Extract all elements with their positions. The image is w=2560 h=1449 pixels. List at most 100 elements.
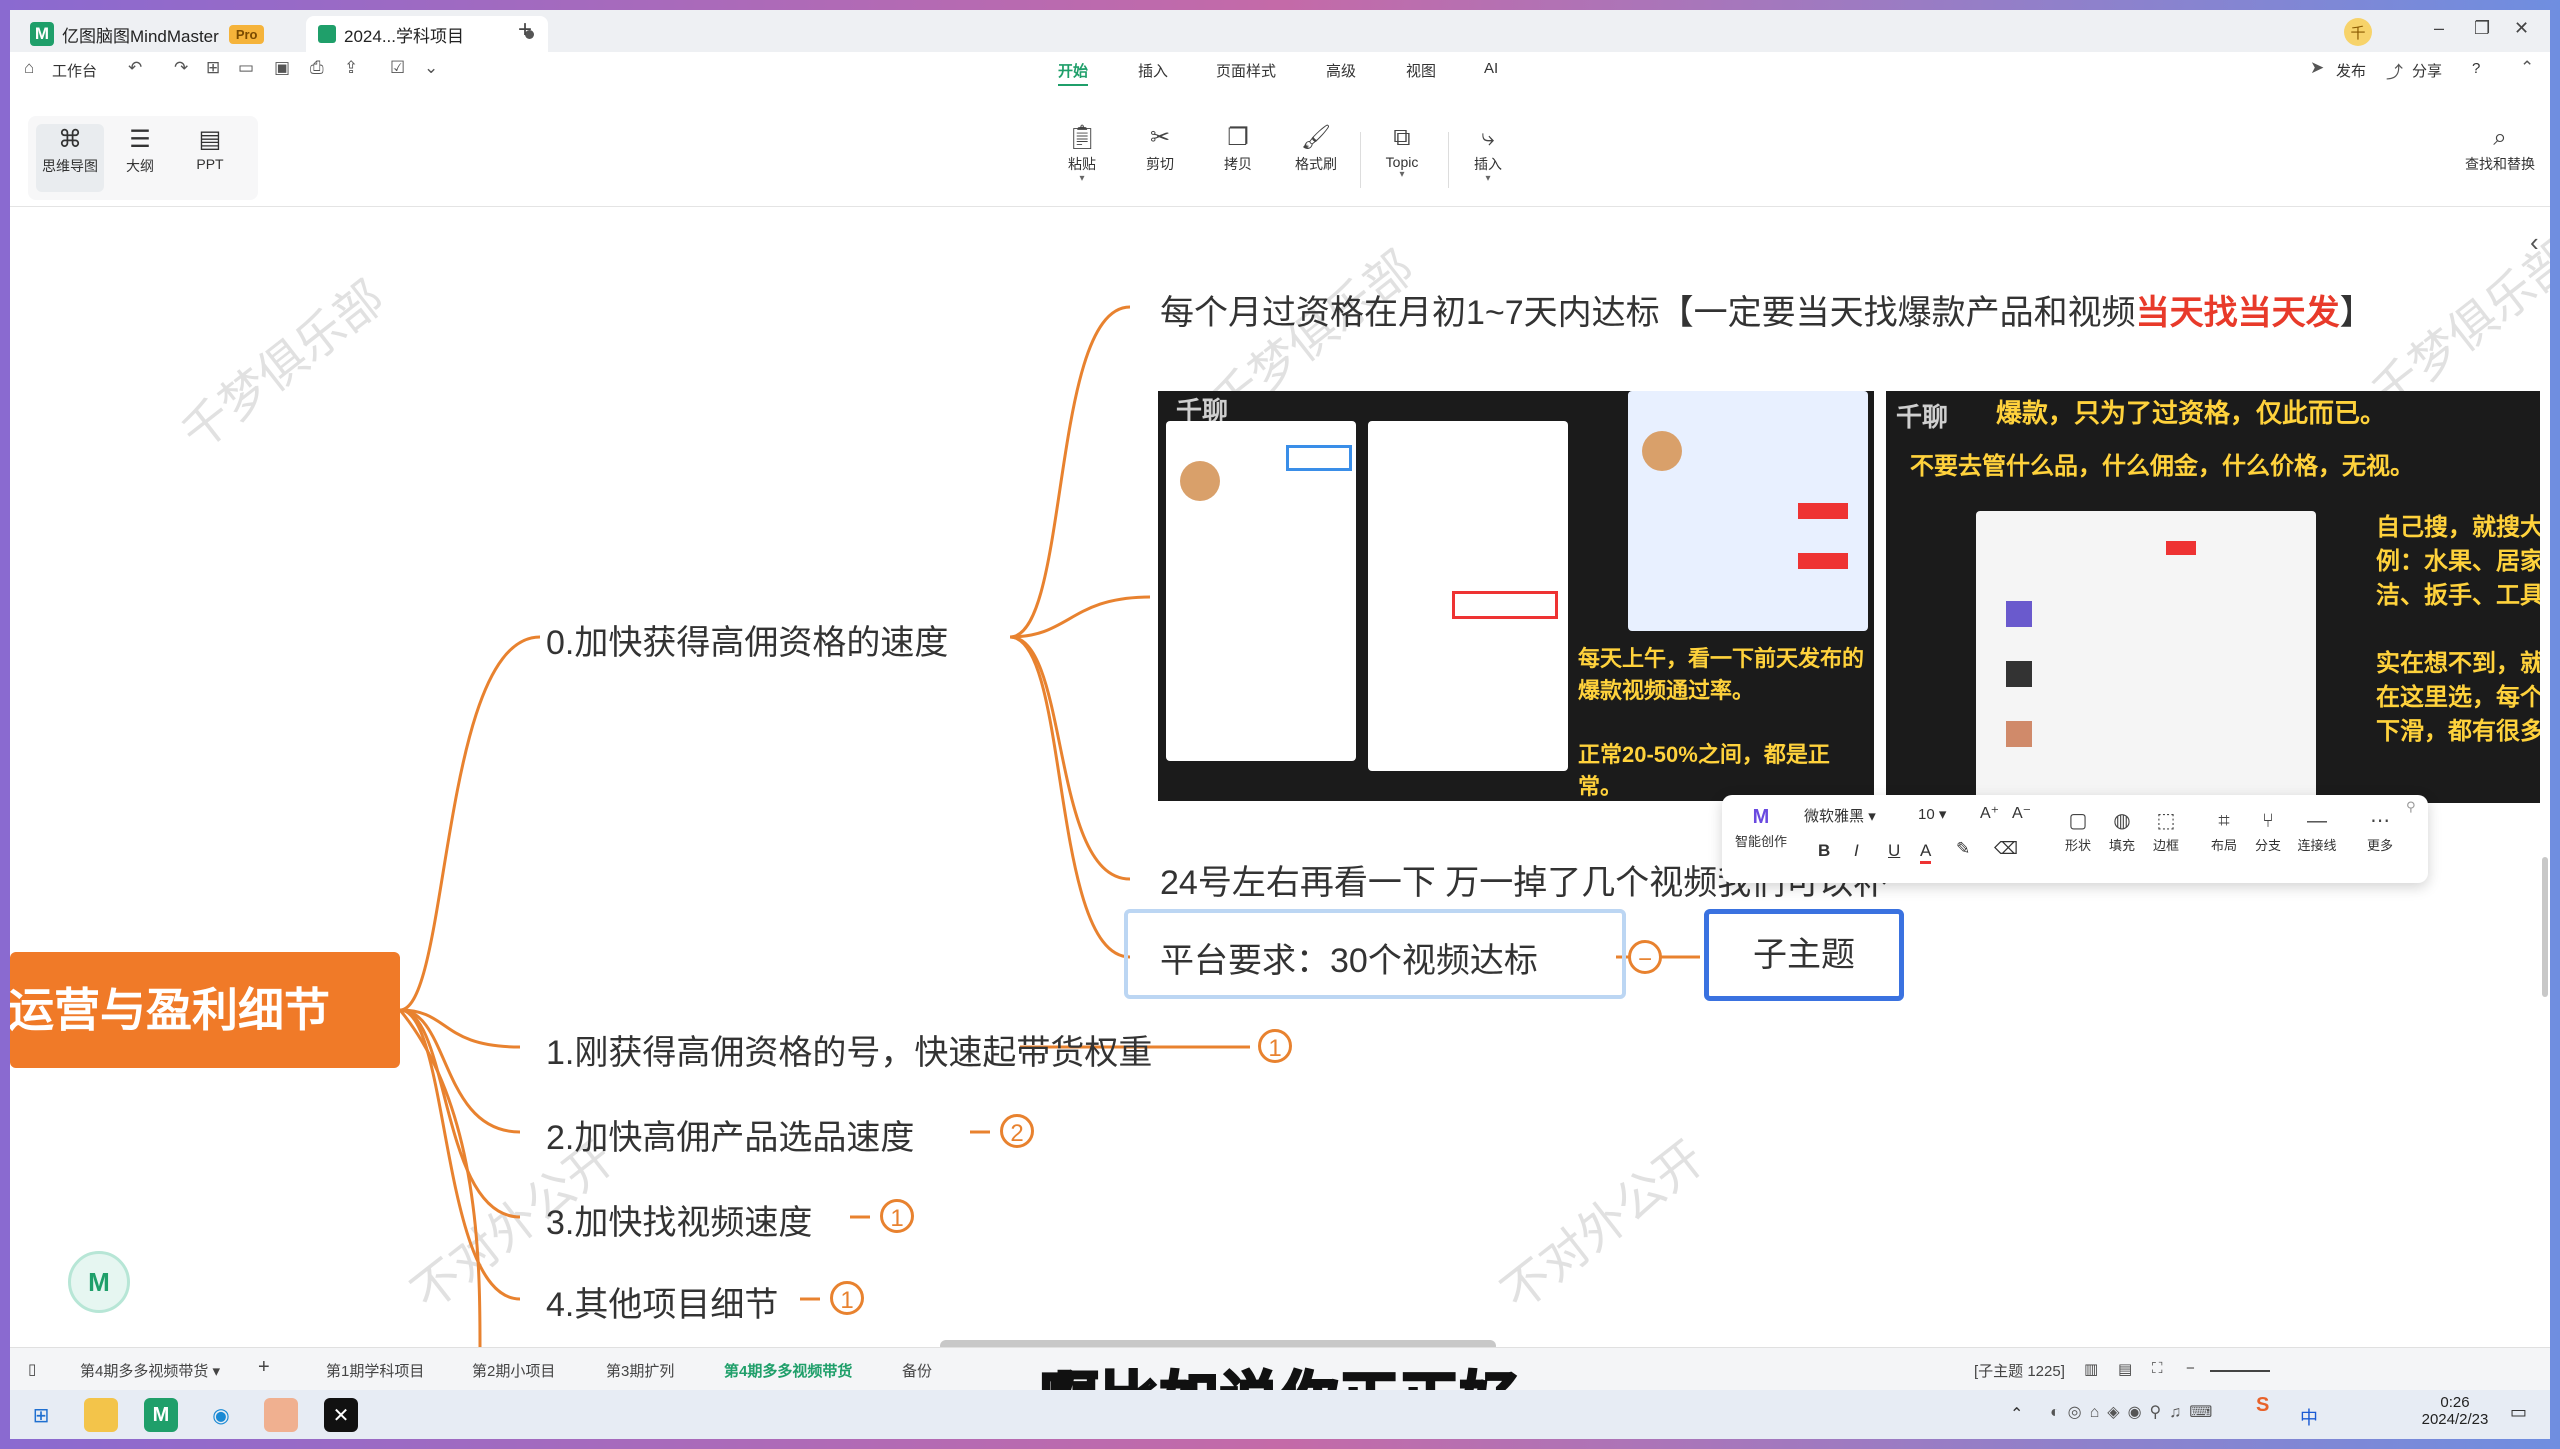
- outline-view-button[interactable]: ☰ 大纲: [106, 124, 174, 192]
- branch2-topic[interactable]: 2.加快高佣产品选品速度: [546, 1110, 914, 1159]
- app-icon[interactable]: [264, 1398, 298, 1432]
- sheet-tab-3[interactable]: 第3期扩列: [606, 1360, 674, 1381]
- app-title[interactable]: M 亿图脑图MindMaster Pro: [30, 16, 265, 52]
- windows-start-icon[interactable]: ⊞: [24, 1398, 58, 1432]
- tray-chevron-icon[interactable]: ⌃: [2010, 1404, 2023, 1424]
- b0-text1-topic[interactable]: 每个月过资格在月初1~7天内达标【一定要当天找爆款产品和视频当天找当天发】: [1160, 285, 2374, 334]
- ppt-view-button[interactable]: ▤ PPT: [176, 124, 244, 192]
- file-explorer-icon[interactable]: [84, 1398, 118, 1432]
- layout-button[interactable]: ⌗ 布局: [2204, 807, 2244, 854]
- restore-button[interactable]: ❐: [2474, 18, 2490, 39]
- underline-button[interactable]: U: [1888, 841, 1900, 861]
- format-painter-button[interactable]: 🖌︎ 格式刷: [1284, 122, 1348, 174]
- border-button[interactable]: ⬚ 边框: [2146, 807, 2186, 854]
- font-family-select[interactable]: 微软雅黑 ▾: [1804, 805, 1904, 826]
- page-view-icon[interactable]: ▥: [2084, 1360, 2098, 1378]
- undo-icon[interactable]: ↶: [128, 58, 142, 78]
- cut-button[interactable]: ✂ 剪切: [1128, 122, 1192, 174]
- root-topic[interactable]: 运营与盈利细节: [10, 952, 400, 1068]
- collapse-ribbon-icon[interactable]: ⌃: [2520, 58, 2534, 78]
- save-icon[interactable]: ▣: [274, 58, 290, 78]
- clear-format-icon[interactable]: ⌫: [1994, 839, 2018, 859]
- edge-browser-icon[interactable]: ◉: [204, 1398, 238, 1432]
- notification-icon[interactable]: ▭: [2510, 1402, 2527, 1423]
- open-folder-icon[interactable]: ▭: [238, 58, 254, 78]
- fill-button[interactable]: ◍ 填充: [2102, 807, 2142, 854]
- add-sheet-button[interactable]: +: [258, 1356, 270, 1379]
- zoom-out-icon[interactable]: −: [2186, 1360, 2195, 1377]
- branch1-topic[interactable]: 1.刚获得高佣资格的号，快速起带货权重: [546, 1025, 1152, 1074]
- sogou-ime-icon[interactable]: S: [2256, 1394, 2269, 1417]
- screenshot-image-1[interactable]: 千聊 每天上午，看一下前天发布的爆款视频通过率。 正常20-50%之间，都是正常…: [1158, 391, 1874, 801]
- share-button[interactable]: 分享: [2412, 60, 2442, 81]
- checklist-icon[interactable]: ☑: [390, 58, 405, 78]
- clock[interactable]: 0:26 2024/2/23: [2410, 1394, 2500, 1428]
- sheet-tab-backup[interactable]: 备份: [902, 1360, 932, 1381]
- publish-icon[interactable]: ➤: [2310, 58, 2324, 78]
- capcut-icon[interactable]: ✕: [324, 1398, 358, 1432]
- vertical-scrollbar[interactable]: [2542, 857, 2548, 997]
- copy-button[interactable]: ❐ 拷贝: [1206, 122, 1270, 174]
- home-icon[interactable]: ⌂: [24, 58, 34, 78]
- tab-ai[interactable]: AI: [1484, 60, 1498, 77]
- branch2-count-badge[interactable]: 2: [1000, 1114, 1034, 1148]
- tab-start[interactable]: 开始: [1058, 60, 1089, 87]
- mindmap-view-button[interactable]: ⌘ 思维导图: [36, 124, 104, 192]
- connector-button[interactable]: — 连接线: [2292, 807, 2342, 854]
- bold-button[interactable]: B: [1818, 841, 1830, 861]
- mindmaster-taskbar-icon[interactable]: M: [144, 1398, 178, 1432]
- branch0-topic[interactable]: 0.加快获得高佣资格的速度: [546, 615, 948, 664]
- subtopic-node[interactable]: 子主题: [1704, 909, 1904, 1001]
- publish-button[interactable]: 发布: [2336, 60, 2366, 81]
- insert-button[interactable]: ⤷ 插入 ▾: [1456, 122, 1520, 184]
- new-tab-button[interactable]: +: [518, 16, 532, 44]
- pin-icon[interactable]: ⚲: [2406, 799, 2416, 815]
- redo-icon[interactable]: ↷: [174, 58, 188, 78]
- more-quick-icon[interactable]: ⌄: [424, 58, 438, 78]
- workbench-button[interactable]: 工作台: [52, 60, 97, 81]
- zoom-slider[interactable]: [2210, 1370, 2270, 1372]
- ime-mode-indicator[interactable]: 中: [2300, 1404, 2318, 1430]
- collapse-button[interactable]: −: [1628, 940, 1662, 974]
- ai-create-button[interactable]: M 智能创作: [1732, 803, 1790, 850]
- topic-button[interactable]: ⧉ Topic ▾: [1370, 122, 1434, 180]
- find-replace-button[interactable]: ⌕ 查找和替换: [2450, 122, 2550, 174]
- new-file-icon[interactable]: ⊞: [206, 58, 220, 78]
- ai-assistant-icon[interactable]: M: [68, 1251, 130, 1313]
- highlight-icon[interactable]: ✎: [1956, 839, 1970, 859]
- side-panel-toggle-icon[interactable]: ‹: [2530, 227, 2539, 258]
- system-tray-icons[interactable]: ◐◎⌂◈◉⚲♫⌨: [2050, 1402, 2220, 1422]
- minimize-button[interactable]: –: [2434, 18, 2444, 39]
- branch3-count-badge[interactable]: 1: [880, 1199, 914, 1233]
- tab-view[interactable]: 视图: [1406, 60, 1436, 81]
- paste-button[interactable]: 📋︎ 粘贴 ▾: [1050, 122, 1114, 184]
- document-tab[interactable]: 2024...学科项目: [306, 16, 548, 52]
- shape-button[interactable]: ▢ 形状: [2058, 807, 2098, 854]
- font-shrink-button[interactable]: A⁻: [2012, 803, 2031, 823]
- tab-advanced[interactable]: 高级: [1326, 60, 1356, 81]
- fit-page-icon[interactable]: ▤: [2118, 1360, 2132, 1378]
- font-grow-button[interactable]: A⁺: [1980, 803, 1999, 823]
- italic-button[interactable]: I: [1854, 841, 1859, 861]
- sheet-tab-4[interactable]: 第4期多多视频带货: [724, 1360, 852, 1381]
- print-icon[interactable]: ⎙: [310, 58, 324, 78]
- branch1-count-badge[interactable]: 1: [1258, 1029, 1292, 1063]
- font-color-button[interactable]: A: [1920, 841, 1932, 864]
- branch3-topic[interactable]: 3.加快找视频速度: [546, 1195, 812, 1244]
- sheet-tab-2[interactable]: 第2期小项目: [472, 1360, 555, 1381]
- export-icon[interactable]: ⇪: [344, 58, 358, 78]
- tab-page-style[interactable]: 页面样式: [1216, 60, 1276, 81]
- fullscreen-icon[interactable]: ⛶: [2152, 1360, 2163, 1377]
- screenshot-image-2[interactable]: 千聊 爆款，只为了过资格，仅此而已。 不要去管什么品，什么佣金，什么价格，无视。…: [1886, 391, 2540, 803]
- sidebar-toggle-icon[interactable]: ▯: [28, 1360, 36, 1378]
- font-size-select[interactable]: 10 ▾: [1918, 805, 1968, 823]
- branch4-topic[interactable]: 4.其他项目细节: [546, 1277, 778, 1326]
- sheet-switcher[interactable]: 第4期多多视频带货 ▾: [80, 1360, 220, 1381]
- share-icon[interactable]: ⤴: [2386, 58, 2403, 83]
- sheet-tab-1[interactable]: 第1期学科项目: [326, 1360, 424, 1381]
- tab-insert[interactable]: 插入: [1138, 60, 1168, 81]
- close-button[interactable]: ✕: [2514, 18, 2529, 39]
- help-button[interactable]: ?: [2472, 60, 2480, 77]
- mindmap-canvas[interactable]: 千梦俱乐部 千梦俱乐部 不对外公开 不对外公开 千梦俱乐部 运营与盈利细节 0.…: [10, 207, 2550, 1347]
- avatar[interactable]: 千: [2344, 18, 2372, 46]
